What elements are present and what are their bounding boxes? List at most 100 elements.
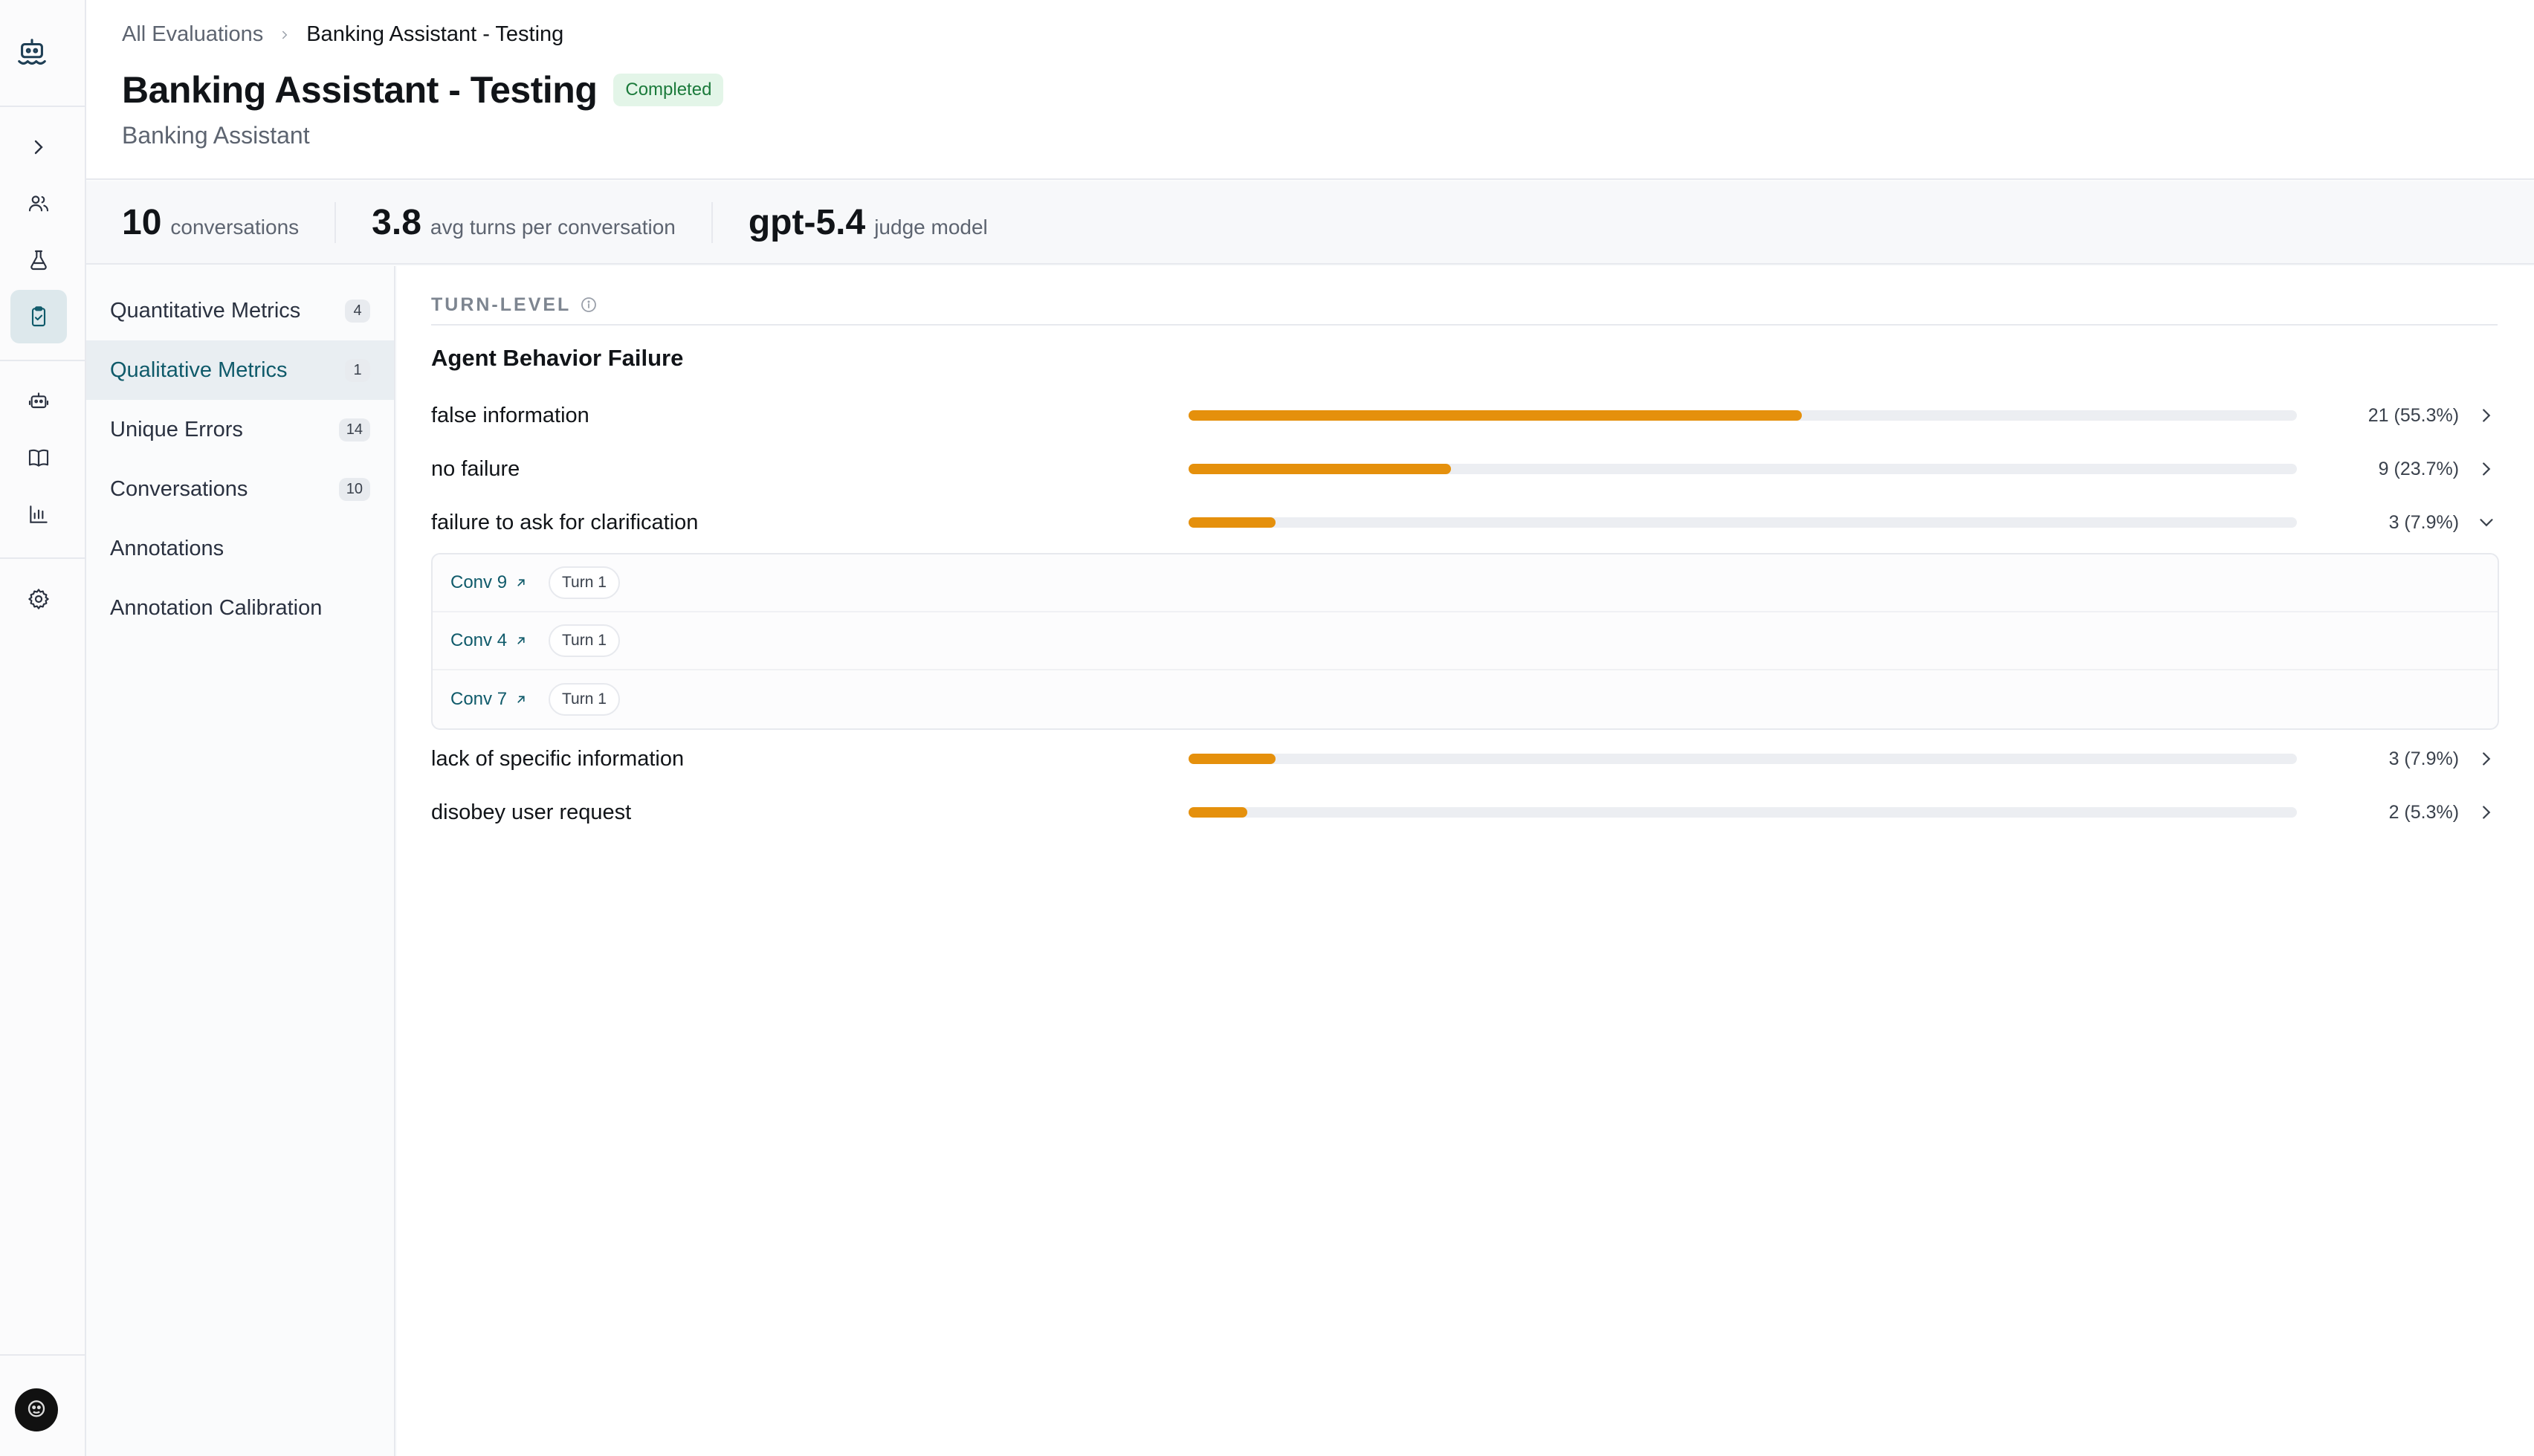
stat-judge-model: gpt-5.4 judge model [711, 201, 1024, 243]
metric-row[interactable]: no failure 9 (23.7%) [431, 450, 2498, 488]
group-title: Agent Behavior Failure [431, 345, 684, 371]
breadcrumb-all-evaluations[interactable]: All Evaluations [122, 22, 263, 47]
metric-name: no failure [431, 456, 520, 481]
nav-item-label: Annotation Calibration [110, 595, 323, 620]
book-icon [28, 449, 49, 467]
stat-label: avg turns per conversation [430, 215, 676, 239]
avatar-face-icon [28, 1400, 45, 1417]
metric-bar-fill [1188, 410, 1802, 421]
nav-item-qualitative-metrics[interactable]: Qualitative Metrics 1 [86, 340, 394, 400]
rail-experiments-button[interactable] [10, 233, 67, 287]
metric-name: false information [431, 403, 589, 427]
users-icon [28, 195, 49, 212]
rail-users-button[interactable] [10, 177, 67, 230]
metric-bar-track [1188, 517, 2298, 528]
nav-item-count: 1 [345, 358, 370, 382]
icon-rail [0, 0, 86, 1456]
nav-item-conversations[interactable]: Conversations 10 [86, 459, 394, 519]
chevron-right-icon[interactable] [2475, 404, 2498, 427]
turn-pill[interactable]: Turn 1 [549, 566, 620, 599]
section-label: TURN-LEVEL [431, 294, 572, 315]
nav-item-annotations[interactable]: Annotations [86, 519, 394, 578]
rail-docs-button[interactable] [10, 431, 67, 485]
nav-item-count: 14 [338, 418, 370, 441]
external-arrow-icon [517, 637, 525, 644]
bar-chart-icon [30, 505, 48, 523]
nav-item-label: Qualitative Metrics [110, 357, 288, 382]
metric-row[interactable]: false information 21 (55.3%) [431, 397, 2498, 434]
stat-conversations: 10 conversations [122, 202, 334, 243]
nav-item-unique-errors[interactable]: Unique Errors 14 [86, 400, 394, 459]
external-arrow-icon [517, 579, 525, 586]
conversation-link[interactable]: Conv 7 [450, 689, 549, 710]
stat-label: conversations [170, 215, 300, 239]
metric-value: 21 (55.3%) [2367, 404, 2460, 426]
metric-name: lack of specific information [431, 746, 685, 771]
rail-settings-button[interactable] [10, 572, 67, 626]
page-subtitle: Banking Assistant [122, 122, 310, 149]
metric-row-expanded[interactable]: failure to ask for clarification 3 (7.9%… [431, 504, 2498, 541]
metric-bar-fill [1188, 464, 1452, 474]
external-arrow-icon [517, 696, 525, 703]
info-icon[interactable] [580, 296, 598, 314]
chevron-right-icon[interactable] [2475, 748, 2498, 770]
turn-pill[interactable]: Turn 1 [549, 624, 620, 657]
page-header: All Evaluations Banking Assistant - Test… [86, 0, 2534, 180]
nav-item-quantitative-metrics[interactable]: Quantitative Metrics 4 [86, 281, 394, 340]
metric-row[interactable]: lack of specific information 3 (7.9%) [431, 740, 2498, 777]
chevron-right-icon[interactable] [2475, 801, 2498, 824]
stat-value: 3.8 [372, 202, 421, 242]
metric-row[interactable]: disobey user request 2 (5.3%) [431, 794, 2498, 831]
title-row: Banking Assistant - Testing Completed [122, 68, 724, 111]
metric-bar-track [1188, 807, 2298, 818]
metric-value: 3 (7.9%) [2388, 748, 2460, 769]
metric-bar-fill [1188, 754, 1276, 764]
conversation-link[interactable]: Conv 4 [450, 630, 549, 651]
chevron-down-icon[interactable] [2475, 511, 2498, 534]
stats-bar: 10 conversations 3.8 avg turns per conve… [86, 181, 2534, 265]
nav-item-label: Annotations [110, 536, 224, 560]
metric-bar-track [1188, 464, 2298, 474]
list-item: Conv 7 Turn 1 [433, 670, 2498, 728]
rail-divider [0, 1354, 86, 1356]
rail-divider [0, 557, 86, 559]
rail-divider [0, 106, 86, 107]
stat-value: gpt-5.4 [748, 202, 866, 242]
chevron-right-icon [282, 30, 288, 39]
status-badge: Completed [613, 74, 724, 106]
stat-value: 10 [122, 202, 162, 242]
metric-bar-track [1188, 410, 2298, 421]
stat-label: judge model [874, 215, 988, 239]
metric-bar-fill [1188, 807, 1247, 818]
list-item: Conv 9 Turn 1 [433, 554, 2498, 612]
breadcrumb: All Evaluations Banking Assistant - Test… [122, 22, 563, 47]
metric-value: 2 (5.3%) [2388, 801, 2460, 823]
metrics-panel: TURN-LEVEL Agent Behavior Failure false … [397, 266, 2534, 1456]
rail-divider [0, 360, 86, 361]
metric-bar-fill [1188, 517, 1276, 528]
conversation-link-label: Conv 7 [450, 689, 508, 709]
section-nav: Quantitative Metrics 4 Qualitative Metri… [86, 266, 395, 1456]
conversation-link-label: Conv 9 [450, 572, 508, 592]
chevron-right-icon[interactable] [2475, 458, 2498, 480]
nav-item-label: Unique Errors [110, 417, 243, 441]
flask-icon [30, 250, 47, 271]
rail-analytics-button[interactable] [10, 488, 67, 541]
nav-item-label: Conversations [110, 476, 248, 501]
metric-bar-track [1188, 754, 2298, 764]
clipboard-check-icon [31, 306, 46, 327]
nav-item-annotation-calibration[interactable]: Annotation Calibration [86, 578, 394, 638]
conversation-link[interactable]: Conv 9 [450, 572, 549, 593]
rail-expand-button[interactable] [10, 120, 67, 174]
nav-item-count: 10 [338, 477, 370, 501]
turn-pill[interactable]: Turn 1 [549, 683, 620, 716]
rail-evaluations-button[interactable] [10, 290, 67, 343]
robot-icon [28, 392, 49, 409]
user-avatar[interactable] [15, 1388, 58, 1431]
rail-agents-button[interactable] [10, 375, 67, 428]
expanded-conversation-list: Conv 9 Turn 1 Conv 4 Turn 1 Conv 7 Turn … [431, 553, 2499, 730]
robot-logo-icon[interactable] [15, 36, 49, 70]
metric-value: 3 (7.9%) [2388, 511, 2460, 533]
stat-avg-turns: 3.8 avg turns per conversation [334, 201, 711, 243]
nav-item-count: 4 [345, 299, 370, 323]
